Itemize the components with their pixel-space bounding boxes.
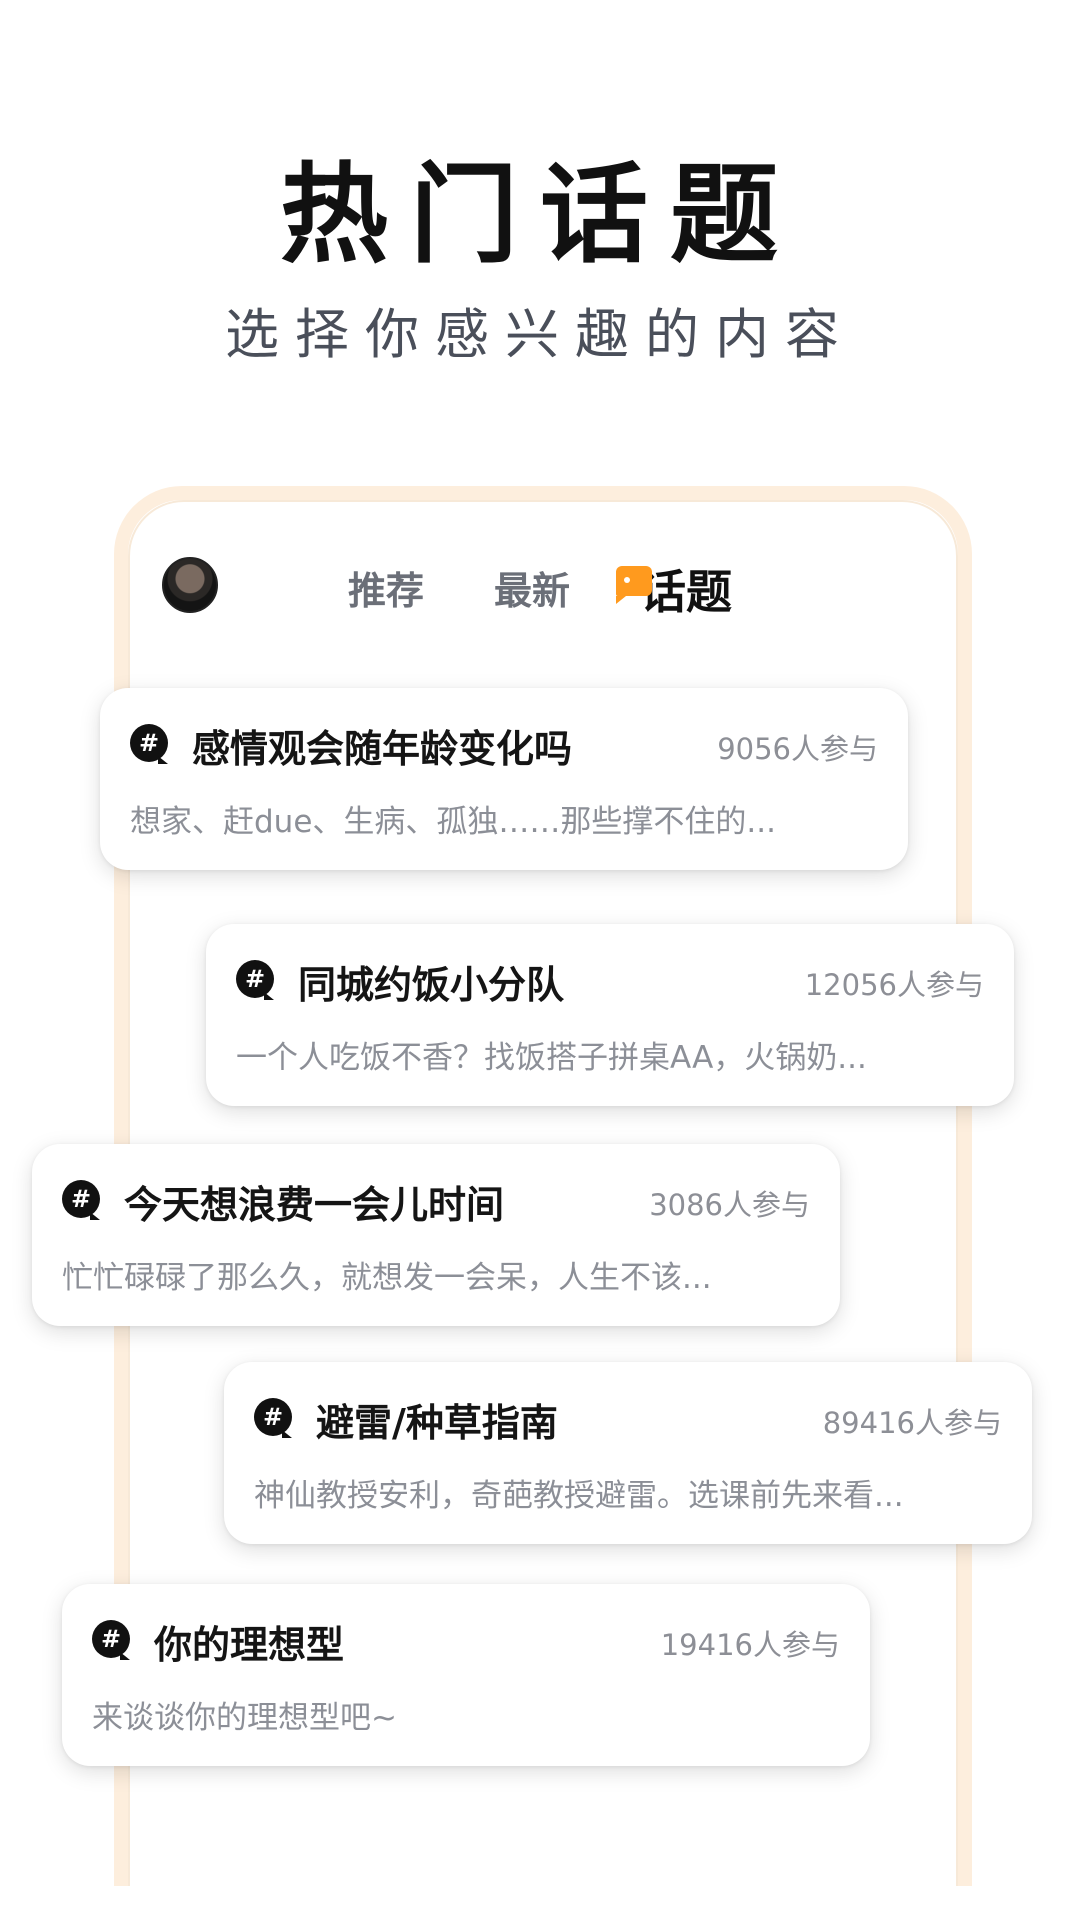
tab-bar: 推荐 最新 话题	[0, 556, 1080, 619]
subheadline: 选择你感兴趣的内容	[225, 303, 855, 366]
topic-title: 避雷/种草指南	[316, 1401, 558, 1445]
topic-card[interactable]: # 感情观会随年龄变化吗 9056人参与 想家、赶due、生病、孤独……那些撑不…	[100, 688, 908, 870]
participant-count: 12056人参与	[804, 968, 984, 1002]
tab-latest[interactable]: 最新	[494, 560, 570, 615]
hashtag-bubble-icon: #	[62, 1180, 100, 1220]
participant-count: 89416人参与	[822, 1406, 1002, 1440]
topic-card[interactable]: # 今天想浪费一会儿时间 3086人参与 忙忙碌碌了那么久，就想发一会呆，人生不…	[32, 1144, 840, 1326]
topic-card[interactable]: # 避雷/种草指南 89416人参与 神仙教授安利，奇葩教授避雷。选课前先来看.…	[224, 1362, 1032, 1544]
topic-title: 今天想浪费一会儿时间	[124, 1183, 505, 1227]
topic-title: 感情观会随年龄变化吗	[192, 727, 573, 771]
topic-title: 你的理想型	[154, 1623, 345, 1667]
hashtag-bubble-icon: #	[92, 1620, 130, 1660]
hashtag-bubble-icon: #	[236, 960, 274, 1000]
topic-description: 忙忙碌碌了那么久，就想发一会呆，人生不该...	[62, 1260, 712, 1296]
participant-count: 3086人参与	[649, 1188, 810, 1222]
tab-topics[interactable]: 话题	[640, 556, 732, 622]
hashtag-bubble-icon: #	[254, 1398, 292, 1438]
topic-title: 同城约饭小分队	[298, 963, 565, 1007]
promo-screen: 热门话题 选择你感兴趣的内容 推荐 最新 话题 # 感情观会随年龄变化吗 905…	[0, 0, 1080, 1920]
topic-card[interactable]: # 你的理想型 19416人参与 来谈谈你的理想型吧~	[62, 1584, 870, 1766]
topic-description: 想家、赶due、生病、孤独……那些撑不住的...	[130, 804, 776, 840]
hashtag-bubble-icon: #	[130, 724, 168, 764]
topic-description: 一个人吃饭不香？找饭搭子拼桌AA，火锅奶...	[236, 1040, 867, 1076]
participant-count: 19416人参与	[660, 1628, 840, 1662]
participant-count: 9056人参与	[717, 732, 878, 766]
headline: 热门话题	[279, 153, 800, 278]
topic-description: 来谈谈你的理想型吧~	[92, 1700, 397, 1736]
topic-description: 神仙教授安利，奇葩教授避雷。选课前先来看...	[254, 1478, 904, 1514]
tab-recommend[interactable]: 推荐	[348, 560, 424, 615]
chat-bubble-icon	[616, 566, 652, 604]
topic-card[interactable]: # 同城约饭小分队 12056人参与 一个人吃饭不香？找饭搭子拼桌AA，火锅奶.…	[206, 924, 1014, 1106]
